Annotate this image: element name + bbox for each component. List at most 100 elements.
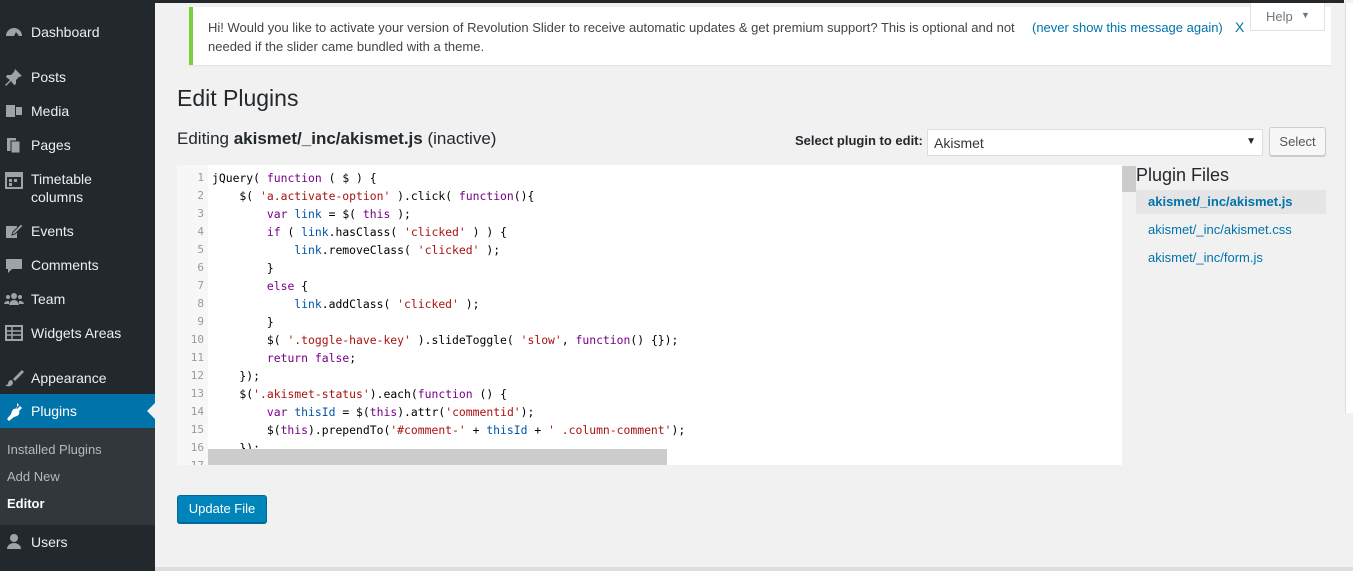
code-line: }); — [212, 369, 261, 383]
file-link-akismet-js[interactable]: akismet/_inc/akismet.js — [1136, 190, 1326, 214]
menu-item-pages[interactable]: Pages — [0, 135, 155, 155]
pages-icon — [4, 135, 24, 155]
menu-label: Pages — [31, 137, 71, 153]
submenu-add-new[interactable]: Add New — [7, 469, 60, 485]
plugin-select-value: Akismet — [934, 135, 984, 151]
menu-label: Appearance — [31, 370, 107, 386]
editing-status: (inactive) — [427, 129, 497, 148]
media-icon — [4, 101, 24, 121]
line-number: 15 — [190, 423, 204, 436]
menu-label: Widgets Areas — [31, 325, 122, 341]
dismiss-forever-link[interactable]: (never show this message again) — [1032, 18, 1223, 37]
select-plugin-label: Select plugin to edit: — [795, 133, 923, 148]
menu-label: Comments — [31, 257, 99, 273]
code-line: var link = $( this ); — [266, 207, 411, 221]
notice-text: Hi! Would you like to activate your vers… — [208, 20, 1015, 54]
line-number: 5 — [197, 243, 204, 256]
file-link-form-js[interactable]: akismet/_inc/form.js — [1136, 246, 1326, 270]
line-number: 2 — [197, 189, 204, 202]
plugin-select[interactable]: Akismet ▼ — [927, 129, 1263, 156]
code-line: var thisId = $(this).attr('commentid'); — [266, 405, 535, 419]
pin-icon — [4, 67, 24, 87]
menu-item-widgets-areas[interactable]: Widgets Areas — [0, 323, 155, 343]
line-number: 11 — [190, 351, 204, 364]
plugins-submenu: Installed Plugins Add New Editor — [0, 428, 155, 525]
line-number: 12 — [190, 369, 204, 382]
menu-item-appearance[interactable]: Appearance — [0, 368, 155, 388]
menu-label: Media — [31, 103, 70, 119]
update-file-button[interactable]: Update File — [177, 495, 267, 523]
code-line: jQuery( function ( $ ) { — [212, 171, 377, 185]
scroll-thumb[interactable] — [1345, 3, 1353, 413]
editing-file-name: akismet/_inc/akismet.js — [233, 129, 423, 148]
menu-item-users[interactable]: Users — [0, 532, 155, 552]
brush-icon — [4, 368, 24, 388]
editing-heading: Editing akismet/_inc/akismet.js (inactiv… — [177, 128, 496, 150]
line-number: 8 — [197, 297, 204, 310]
menu-label: Plugins — [31, 403, 77, 419]
caret-down-icon: ▼ — [1301, 10, 1310, 20]
line-number: 7 — [197, 279, 204, 292]
scroll-thumb[interactable] — [208, 449, 667, 465]
close-notice-button[interactable]: X — [1235, 17, 1244, 37]
grid-icon — [4, 323, 24, 343]
code-line: return false; — [266, 351, 357, 365]
menu-item-posts[interactable]: Posts — [0, 67, 155, 87]
submenu-editor[interactable]: Editor — [7, 496, 45, 512]
bottom-edge — [155, 567, 1353, 571]
menu-label: Users — [31, 534, 68, 550]
update-notice: Hi! Would you like to activate your vers… — [189, 7, 1331, 65]
editor-vertical-scrollbar[interactable] — [1122, 165, 1136, 465]
select-button[interactable]: Select — [1269, 127, 1326, 156]
editor-horizontal-scrollbar[interactable] — [208, 449, 1122, 465]
code-editor[interactable]: 1 2 3 4 5 6 7 8 9 10 11 12 13 14 15 16 1… — [177, 165, 1136, 465]
code-line: link.removeClass( 'clicked' ); — [294, 243, 501, 257]
submenu-installed-plugins[interactable]: Installed Plugins — [7, 442, 102, 458]
line-number: 1 — [197, 171, 204, 184]
line-number: 16 — [190, 441, 204, 454]
menu-item-media[interactable]: Media — [0, 101, 155, 121]
line-number: 6 — [197, 261, 204, 274]
line-number: 17 — [177, 457, 204, 465]
line-number: 9 — [197, 315, 204, 328]
menu-item-timetable-columns[interactable]: Timetable columns — [0, 169, 155, 207]
page-scrollbar[interactable] — [1344, 0, 1353, 571]
editing-prefix: Editing — [177, 129, 229, 148]
line-number: 3 — [197, 207, 204, 220]
menu-label: Events — [31, 223, 74, 239]
menu-label: Dashboard — [31, 24, 100, 40]
line-number: 10 — [190, 333, 204, 346]
code-line: $( 'a.activate-option' ).click( function… — [212, 189, 535, 203]
page-title: Edit Plugins — [177, 85, 299, 111]
help-label: Help — [1266, 9, 1293, 24]
menu-item-plugins[interactable]: Plugins — [0, 394, 155, 428]
code-line: } — [212, 315, 274, 329]
user-icon — [4, 532, 24, 552]
menu-item-dashboard[interactable]: Dashboard — [0, 22, 155, 42]
code-line: link.addClass( 'clicked' ); — [294, 297, 480, 311]
admin-sidebar: Dashboard Posts Media Pages Timetable co… — [0, 0, 155, 571]
plugin-icon — [4, 401, 24, 421]
dropdown-arrow-icon: ▼ — [1246, 136, 1256, 147]
code-line: $(this).prependTo('#comment-' + thisId +… — [212, 423, 686, 437]
code-line: $( '.toggle-have-key' ).slideToggle( 'sl… — [212, 333, 679, 347]
plugin-files-heading: Plugin Files — [1136, 165, 1230, 185]
line-number: 13 — [190, 387, 204, 400]
groups-icon — [4, 289, 24, 309]
dashboard-icon — [4, 22, 24, 42]
line-number-gutter: 1 2 3 4 5 6 7 8 9 10 11 12 13 14 15 16 1… — [177, 165, 208, 465]
file-link-akismet-css[interactable]: akismet/_inc/akismet.css — [1136, 218, 1326, 242]
menu-item-events[interactable]: Events — [0, 221, 155, 241]
code-line: $('.akismet-status').each(function () { — [212, 387, 507, 401]
comment-icon — [4, 255, 24, 275]
edit-icon — [4, 221, 24, 241]
menu-label: Posts — [31, 69, 67, 85]
scroll-thumb[interactable] — [1122, 166, 1136, 192]
code-line: else { — [266, 279, 309, 293]
menu-label: Team — [31, 291, 66, 307]
help-tab-button[interactable]: Help ▼ — [1250, 3, 1325, 31]
menu-item-team[interactable]: Team — [0, 289, 155, 309]
calendar-icon — [4, 170, 24, 190]
admin-bar-edge — [155, 0, 1353, 3]
menu-item-comments[interactable]: Comments — [0, 255, 155, 275]
